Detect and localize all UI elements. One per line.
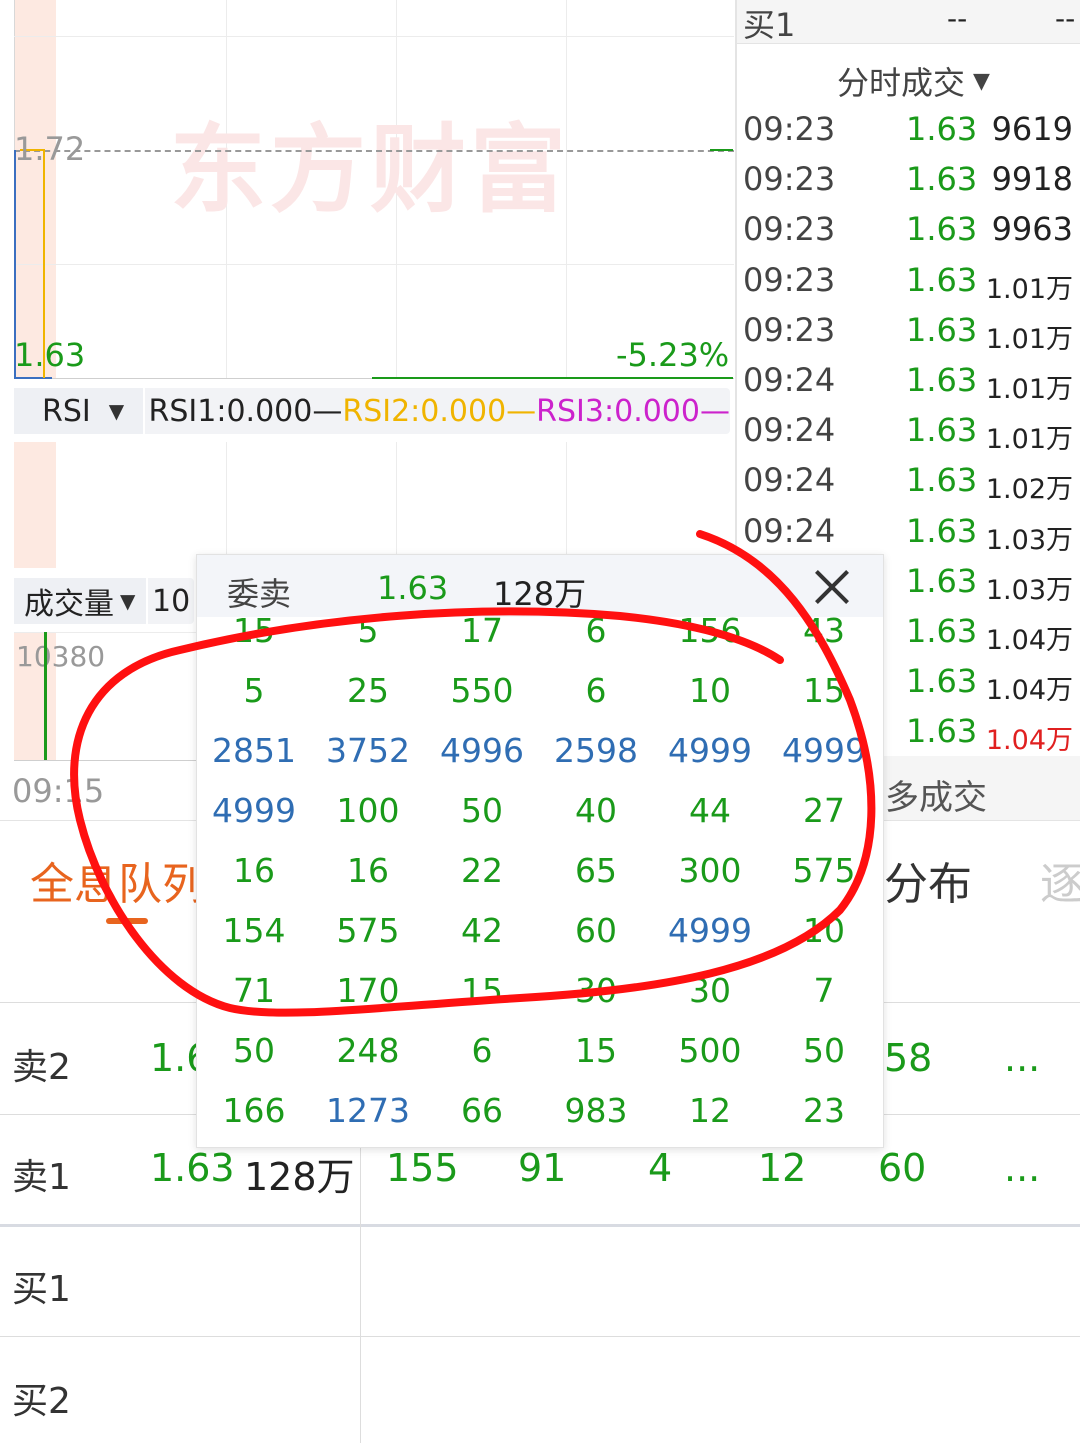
queue-level-label: 卖1 [12,1157,71,1198]
queue-cell: 91 [518,1146,567,1190]
trade-price: 1.63 [906,361,978,399]
pre-market-shade-rsi [14,442,56,568]
queue-level-label: 买2 [12,1381,71,1422]
queue-row[interactable]: 买1 [0,1226,1080,1338]
trade-volume: 9918 [991,160,1073,199]
trade-volume: 1.01万 [985,273,1073,305]
queue-cell: 58 [884,1036,933,1080]
trade-time: 09:24 [743,461,836,500]
trade-volume: 1.04万 [985,675,1073,707]
queue-more[interactable]: ... [1004,1036,1040,1080]
trade-price: 1.63 [906,511,978,550]
trade-price: 1.63 [906,411,978,450]
red-annotation-circle [70,530,876,1017]
queue-cell: 60 [878,1146,927,1190]
trade-type-selector[interactable]: 分时成交 ▼ [837,58,990,104]
trade-volume: 1.04万 [985,625,1073,656]
price-axis-top: 1.72 [14,130,86,168]
trade-row: 09:23 1.63 1.01万 [743,305,1079,355]
trade-price: 1.63 [906,210,978,249]
order-cell: 166 [222,1091,286,1130]
order-cell: 1273 [326,1091,410,1130]
trade-row: 09:23 1.63 9619 [743,104,1079,154]
trade-price: 1.63 [906,461,978,500]
rsi-indicator-bar: RSI ▼ RSI1:0.000— RSI2:0.000— RSI3:0.000… [14,388,730,434]
queue-volume: 128万 [244,1155,355,1199]
trade-row: 09:24 1.63 1.01万 [743,355,1079,405]
tab-distribution[interactable]: 分布 [884,848,972,912]
trade-volume: 9963 [991,210,1073,249]
trade-volume: 1.02万 [985,474,1073,506]
trade-volume: 1.03万 [985,524,1073,556]
order-cell: 12 [689,1091,731,1130]
trade-volume: 1.04万 [985,725,1073,757]
queue-cell: 12 [758,1146,807,1190]
queue-more[interactable]: ... [1004,1146,1040,1190]
trade-volume: 9619 [991,110,1073,148]
trade-row: 09:23 1.63 1.01万 [743,255,1079,305]
queue-cell: 155 [386,1146,459,1190]
ask-bid-divider [0,1224,1080,1227]
trade-volume: 1.01万 [985,374,1073,405]
trade-volume: 1.03万 [985,574,1073,606]
trade-price: 1.63 [906,260,978,299]
trade-volume: 1.01万 [985,323,1073,355]
trade-volume: 1.01万 [985,424,1073,456]
trade-price: 1.63 [906,662,978,701]
trade-row: 09:23 1.63 9963 [743,204,1079,254]
price-line-chart [14,149,733,379]
order-cell: 66 [461,1091,503,1130]
queue-level-label: 买1 [12,1269,71,1310]
trade-price: 1.63 [906,561,978,600]
trade-time: 09:24 [743,411,836,450]
trade-price: 1.63 [906,310,978,349]
trade-time: 09:23 [743,260,836,299]
queue-price: 1.63 [150,1146,235,1190]
trade-time: 09:23 [743,110,836,148]
bid1-summary: 买1 -- -- [737,0,1080,44]
trade-price: 1.63 [906,612,978,650]
trade-time: 09:23 [743,210,836,249]
trade-row: 09:24 1.63 1.01万 [743,405,1079,455]
percent-change: -5.23% [616,336,730,374]
order-cell: 983 [564,1091,628,1130]
trade-row: 09:23 1.63 9918 [743,154,1079,204]
order-cell: 23 [803,1091,845,1130]
queue-cell: 4 [648,1146,673,1190]
trade-time: 09:23 [743,310,836,349]
chevron-down-icon: ▼ [973,68,990,94]
queue-row[interactable]: 买2 [0,1338,1080,1443]
tab-next[interactable]: 逐 [1040,848,1080,912]
trade-price: 1.63 [906,160,978,199]
rsi2-value: RSI2:0.000— [342,393,537,429]
price-axis-bottom: 1.63 [14,336,86,374]
trade-time: 09:24 [743,361,836,399]
rsi-selector[interactable]: RSI ▼ [14,388,145,434]
trade-price: 1.63 [906,110,978,148]
volume-bar [44,632,47,760]
chevron-down-icon: ▼ [108,399,125,423]
trade-time: 09:23 [743,160,836,199]
trade-price: 1.63 [906,712,978,751]
rsi1-value: RSI1:0.000— [148,393,343,429]
rsi3-value: RSI3:0.000— [536,393,730,429]
trade-row: 09:24 1.63 1.02万 [743,455,1079,505]
